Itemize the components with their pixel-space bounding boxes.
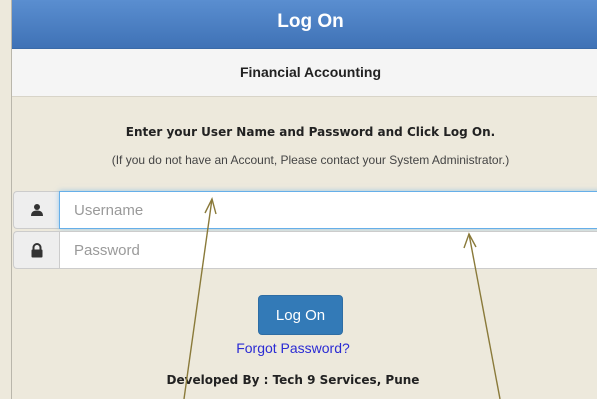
user-icon [13, 191, 59, 229]
password-group [13, 231, 597, 269]
username-input[interactable] [59, 191, 597, 229]
lock-icon [13, 231, 59, 269]
app-title: Financial Accounting [12, 49, 597, 97]
page-title: Log On [12, 0, 597, 49]
developer-credit: Developed By : Tech 9 Services, Pune [166, 373, 420, 387]
account-note: (If you do not have an Account, Please c… [111, 153, 510, 167]
login-button[interactable]: Log On [258, 295, 343, 335]
username-group [13, 191, 597, 229]
password-input[interactable] [59, 231, 597, 269]
forgot-password-link[interactable]: Forgot Password? [0, 340, 586, 356]
instructions-text: Enter your User Name and Password and Cl… [125, 125, 496, 139]
